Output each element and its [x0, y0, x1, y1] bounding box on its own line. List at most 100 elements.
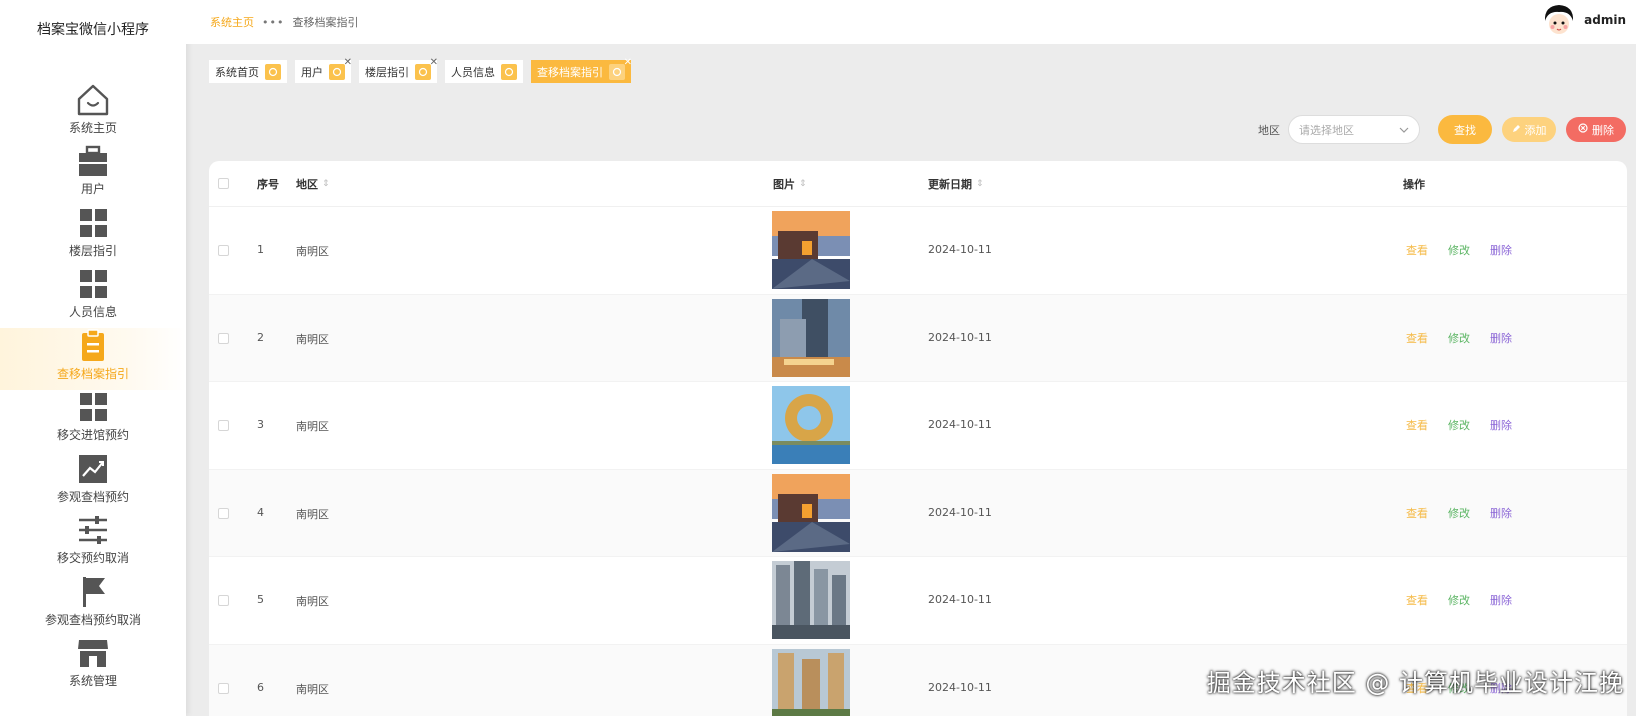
sidebar-item-visit-cancel[interactable]: 参观查档预约取消 [0, 574, 186, 636]
sidebar: 档案宝微信小程序 系统主页 用户 楼层指引 人员信息 查移档案指引 移交进馆预约… [0, 0, 186, 716]
row-image[interactable] [772, 473, 850, 552]
table-row: 1 南明区 2024-10-11 查看 修改 删除 [209, 207, 1627, 295]
row-image[interactable] [772, 648, 850, 716]
sidebar-item-users[interactable]: 用户 [0, 144, 186, 206]
sidebar-item-system[interactable]: 系统管理 [0, 636, 186, 698]
column-image[interactable]: 图片 ⇕ [773, 176, 807, 192]
edit-button[interactable]: 修改 [1448, 505, 1470, 521]
row-region: 南明区 [296, 245, 329, 258]
breadcrumb-separator: ••• [262, 15, 285, 29]
sidebar-item-archive-guide[interactable]: 查移档案指引 [0, 328, 186, 390]
tag-label: 人员信息 [451, 65, 495, 79]
row-date: 2024-10-11 [928, 243, 992, 256]
tag-archive-guide[interactable]: 查移档案指引 ✕ [531, 57, 632, 83]
row-delete-button[interactable]: 删除 [1490, 505, 1512, 521]
row-checkbox[interactable] [218, 332, 229, 344]
username: admin [1584, 13, 1626, 27]
refresh-icon[interactable] [329, 63, 345, 80]
sidebar-item-label: 移交进馆预约 [56, 428, 129, 442]
search-button[interactable]: 查找 [1438, 115, 1492, 144]
sort-icon[interactable]: ⇕ [799, 179, 807, 189]
breadcrumb-home[interactable]: 系统主页 [210, 14, 254, 30]
row-region: 南明区 [296, 420, 329, 433]
view-button[interactable]: 查看 [1406, 505, 1428, 521]
table-row: 5 南明区 2024-10-11 查看 修改 删除 [209, 557, 1627, 645]
grid-icon [75, 390, 111, 424]
row-checkbox[interactable] [218, 507, 229, 519]
refresh-icon[interactable] [415, 63, 431, 80]
add-button[interactable]: 添加 [1502, 117, 1556, 142]
sidebar-item-floor-guide[interactable]: 楼层指引 [0, 205, 186, 267]
sidebar-item-transfer-cancel[interactable]: 移交预约取消 [0, 513, 186, 575]
close-icon[interactable]: ✕ [624, 57, 632, 68]
row-delete-button[interactable]: 删除 [1490, 592, 1512, 608]
sidebar-item-label: 楼层指引 [68, 243, 117, 258]
column-date[interactable]: 更新日期 ⇕ [928, 176, 984, 192]
top-header: 系统主页 ••• 查移档案指引 admin [186, 0, 1636, 44]
sidebar-item-transfer-booking[interactable]: 移交进馆预约 [0, 390, 186, 452]
row-index: 5 [257, 593, 264, 606]
sliders-icon [75, 513, 111, 547]
refresh-icon[interactable] [501, 63, 517, 80]
row-delete-button[interactable]: 删除 [1490, 330, 1512, 346]
tag-floor-guide[interactable]: 楼层指引 ✕ [359, 57, 438, 83]
sort-icon[interactable]: ⇕ [322, 179, 330, 189]
sidebar-item-label: 系统主页 [68, 120, 117, 135]
sidebar-menu: 系统主页 用户 楼层指引 人员信息 查移档案指引 移交进馆预约 参观查档预约 移… [0, 82, 186, 697]
view-button[interactable]: 查看 [1406, 592, 1428, 608]
sidebar-item-label: 移交预约取消 [56, 551, 129, 565]
row-checkbox[interactable] [218, 595, 229, 606]
sort-icon[interactable]: ⇕ [976, 179, 984, 189]
user-menu[interactable]: admin [1542, 0, 1626, 40]
row-image[interactable] [772, 211, 850, 289]
view-button[interactable]: 查看 [1406, 330, 1428, 346]
briefcase-icon [75, 144, 111, 178]
sidebar-item-home[interactable]: 系统主页 [0, 82, 186, 144]
delete-button[interactable]: 删除 [1566, 117, 1626, 142]
row-date: 2024-10-11 [928, 418, 992, 431]
select-all-checkbox[interactable] [218, 178, 229, 189]
row-actions: 查看 修改 删除 [1406, 505, 1532, 521]
row-region: 南明区 [296, 595, 329, 608]
tag-personnel[interactable]: 人员信息 [445, 60, 523, 83]
row-actions: 查看 修改 删除 [1406, 592, 1532, 608]
refresh-icon[interactable] [609, 63, 625, 80]
row-image[interactable] [772, 298, 850, 377]
row-index: 6 [257, 680, 264, 694]
sidebar-item-label: 参观查档预约 [56, 489, 129, 504]
tag-home[interactable]: 系统首页 [209, 60, 287, 83]
row-actions: 查看 修改 删除 [1406, 330, 1532, 346]
edit-button[interactable]: 修改 [1448, 417, 1470, 433]
store-icon [75, 636, 111, 670]
sidebar-item-personnel[interactable]: 人员信息 [0, 267, 186, 329]
row-delete-button[interactable]: 删除 [1490, 242, 1512, 258]
delete-circle-icon [1578, 123, 1588, 136]
sidebar-item-visit-booking[interactable]: 参观查档预约 [0, 451, 186, 513]
refresh-icon[interactable] [265, 63, 281, 80]
row-region: 南明区 [296, 682, 329, 696]
close-icon[interactable]: ✕ [430, 57, 438, 68]
column-region[interactable]: 地区 ⇕ [296, 176, 330, 192]
row-checkbox[interactable] [218, 682, 229, 694]
row-image[interactable] [772, 561, 850, 639]
row-index: 3 [257, 418, 264, 431]
row-actions: 查看 修改 删除 [1406, 417, 1532, 433]
row-checkbox[interactable] [218, 420, 229, 431]
close-icon[interactable]: ✕ [344, 57, 352, 68]
app-title: 档案宝微信小程序 [37, 22, 149, 38]
view-button[interactable]: 查看 [1406, 242, 1428, 258]
view-button[interactable]: 查看 [1406, 417, 1428, 433]
row-checkbox[interactable] [218, 245, 229, 256]
region-placeholder: 请选择地区 [1299, 123, 1354, 137]
edit-button[interactable]: 修改 [1448, 242, 1470, 258]
column-image-label: 图片 [773, 177, 795, 191]
row-delete-button[interactable]: 删除 [1490, 417, 1512, 433]
avatar [1542, 3, 1577, 37]
sidebar-item-label: 人员信息 [68, 305, 117, 319]
edit-button[interactable]: 修改 [1448, 330, 1470, 346]
table-row: 2 南明区 2024-10-11 查看 修改 删除 [209, 294, 1627, 382]
edit-button[interactable]: 修改 [1448, 592, 1470, 608]
tag-users[interactable]: 用户 ✕ [295, 57, 352, 83]
row-image[interactable] [772, 386, 850, 464]
region-select[interactable]: 请选择地区 [1288, 115, 1420, 144]
